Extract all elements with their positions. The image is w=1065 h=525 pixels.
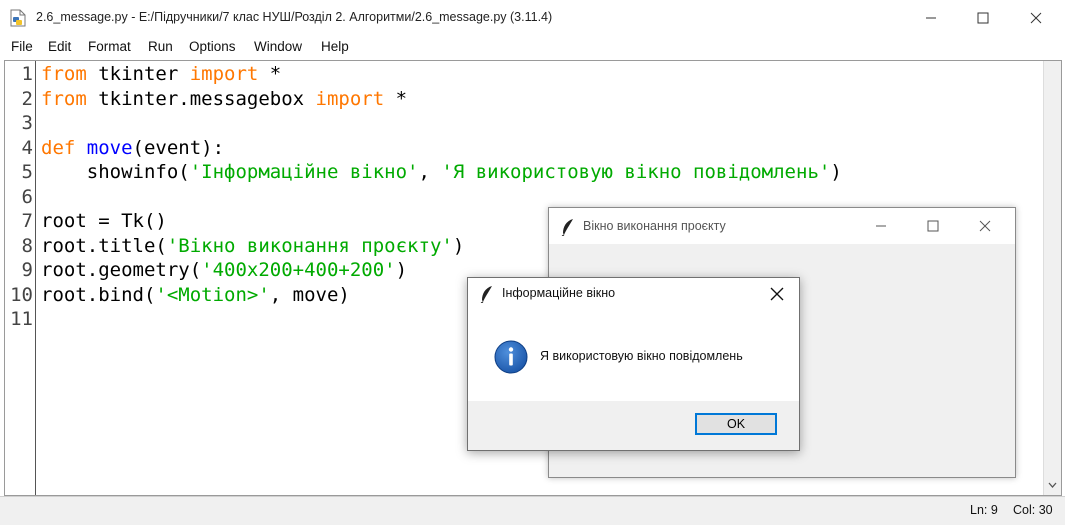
close-icon xyxy=(979,220,991,232)
minimize-icon xyxy=(926,17,936,19)
messagebox-message: Я використовую вікно повідомлень xyxy=(540,349,743,363)
maximize-button[interactable] xyxy=(957,0,1009,36)
messagebox-close-button[interactable] xyxy=(755,278,799,310)
menu-edit[interactable]: Edit xyxy=(48,39,71,54)
code-token: showinfo( xyxy=(41,161,190,183)
code-line: from tkinter import * xyxy=(41,62,281,87)
code-token: , move) xyxy=(269,283,350,306)
minimize-button[interactable] xyxy=(905,0,957,36)
messagebox-title-bar[interactable]: Інформаційне вікно xyxy=(468,278,799,310)
tk-feather-icon xyxy=(480,286,492,303)
tk-maximize-button[interactable] xyxy=(907,208,959,244)
tk-title-bar[interactable]: Вікно виконання проєкту xyxy=(549,208,1015,244)
string-token: 'Вікно виконання проєкту' xyxy=(166,234,453,257)
keyword-token: import xyxy=(189,63,259,85)
messagebox-body: Я використовую вікно повідомлень xyxy=(468,310,799,401)
line-number: 5 xyxy=(21,161,33,183)
string-token: 'Інформаційне вікно' xyxy=(189,161,419,183)
tk-window-title: Вікно виконання проєкту xyxy=(583,219,726,233)
code-line: root.title('Вікно виконання проєкту') xyxy=(41,234,464,259)
scroll-down-icon[interactable] xyxy=(1044,479,1061,493)
python-file-icon xyxy=(10,9,26,27)
maximize-icon xyxy=(977,12,989,24)
status-line: Ln: 9 xyxy=(970,503,998,517)
code-line: showinfo('Інформаційне вікно', 'Я викори… xyxy=(41,160,842,185)
line-number: 9 xyxy=(21,259,33,281)
string-token: 'Я використовую вікно повідомлень' xyxy=(441,161,831,183)
line-number: 10 xyxy=(10,283,33,306)
status-column: Col: 30 xyxy=(1013,503,1053,517)
menu-options[interactable]: Options xyxy=(189,39,236,54)
menu-help[interactable]: Help xyxy=(321,39,349,54)
code-token: * xyxy=(258,63,282,85)
code-line: root = Tk() xyxy=(41,209,167,234)
code-token: ) xyxy=(452,234,465,257)
code-line: from tkinter.messagebox import * xyxy=(41,87,407,112)
menu-window[interactable]: Window xyxy=(254,39,302,54)
code-token: root.title( xyxy=(41,234,167,257)
keyword-token: from xyxy=(41,87,87,110)
title-bar: 2.6_message.py - E:/Підручники/7 клас НУ… xyxy=(0,0,1065,36)
string-token: '<Motion>' xyxy=(155,283,270,306)
code-token: root.geometry( xyxy=(41,259,202,281)
menu-file[interactable]: File xyxy=(11,39,33,54)
keyword-token: from xyxy=(41,63,87,85)
line-number: 2 xyxy=(21,87,33,110)
code-token: tkinter xyxy=(86,63,190,85)
menu-bar: File Edit Format Run Options Window Help xyxy=(0,36,1065,60)
code-token: root.bind( xyxy=(41,283,156,306)
code-token: ) xyxy=(830,161,842,183)
window-title: 2.6_message.py - E:/Підручники/7 клас НУ… xyxy=(36,10,553,24)
menu-run[interactable]: Run xyxy=(148,39,173,54)
tk-close-button[interactable] xyxy=(959,208,1011,244)
code-token: , xyxy=(418,161,442,183)
code-token: (event): xyxy=(132,136,225,159)
code-token: ) xyxy=(395,259,408,281)
keyword-token: import xyxy=(315,87,385,110)
line-number: 8 xyxy=(21,234,33,257)
close-icon xyxy=(1030,12,1042,24)
messagebox-footer: OK xyxy=(468,401,799,450)
line-number-gutter: 1 2 3 4 5 6 7 8 9 10 11 xyxy=(5,61,36,495)
keyword-token: def xyxy=(41,136,76,159)
line-number: 7 xyxy=(21,210,33,232)
code-line: def move(event): xyxy=(41,136,224,161)
vertical-scrollbar[interactable] xyxy=(1043,61,1061,495)
status-bar: Ln: 9 Col: 30 xyxy=(0,496,1065,525)
menu-format[interactable]: Format xyxy=(88,39,131,54)
code-line: root.bind('<Motion>', move) xyxy=(41,283,350,308)
info-messagebox[interactable]: Інформаційне вікно Я використовую вікно … xyxy=(467,277,800,451)
messagebox-title: Інформаційне вікно xyxy=(502,286,616,300)
line-number: 11 xyxy=(10,308,33,330)
maximize-icon xyxy=(927,220,939,232)
close-icon xyxy=(770,287,784,301)
info-icon xyxy=(494,340,528,374)
code-token: * xyxy=(384,87,408,110)
tk-minimize-button[interactable] xyxy=(855,208,907,244)
line-number: 3 xyxy=(21,112,33,134)
string-token: '400x200+400+200' xyxy=(201,259,396,281)
tk-feather-icon xyxy=(561,219,573,236)
line-number: 1 xyxy=(21,63,33,85)
minimize-icon xyxy=(876,225,886,227)
line-number: 4 xyxy=(21,136,33,159)
code-token: root = Tk() xyxy=(41,210,167,232)
code-token: tkinter.messagebox xyxy=(86,87,316,110)
function-name-token: move xyxy=(86,136,133,159)
close-button[interactable] xyxy=(1010,0,1062,36)
line-number: 6 xyxy=(21,185,33,208)
ok-button[interactable]: OK xyxy=(695,413,777,435)
code-line: root.geometry('400x200+400+200') xyxy=(41,258,407,283)
